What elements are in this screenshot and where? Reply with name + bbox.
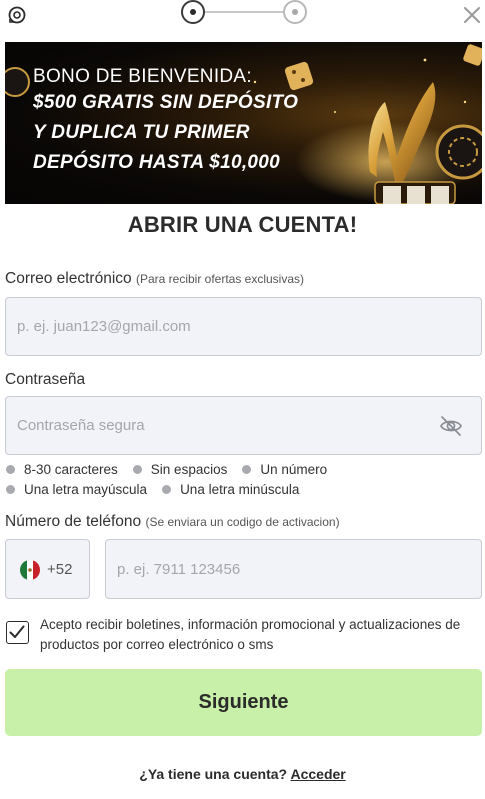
email-field-container	[5, 297, 482, 356]
welcome-bonus-banner[interactable]: BONO DE BIENVENIDA: $500 GRATIS SIN DEPÓ…	[5, 42, 482, 204]
requirement-text: Una letra minúscula	[180, 481, 300, 497]
login-link[interactable]: Acceder	[290, 766, 345, 782]
page-title: ABRIR UNA CUENTA!	[127, 212, 358, 237]
password-field[interactable]	[6, 397, 481, 454]
login-prompt-text: ¿Ya tiene una cuenta?	[139, 766, 288, 782]
banner-offer-line: $500 GRATIS SIN DEPÓSITO	[33, 92, 299, 113]
stepper-line	[205, 11, 283, 13]
country-code-select[interactable]: +52	[5, 539, 90, 599]
bullet-icon	[132, 464, 142, 474]
email-field[interactable]	[6, 298, 481, 355]
mexico-flag-icon	[20, 560, 40, 580]
bullet-icon	[162, 484, 172, 494]
login-prompt: ¿Ya tiene una cuenta? Acceder	[0, 766, 485, 782]
bullet-icon	[6, 464, 15, 474]
banner-headline: BONO DE BIENVENIDA:	[33, 66, 252, 87]
requirement-text: Una letra mayúscula	[24, 481, 148, 497]
consent-text: Acepto recibir boletines, información pr…	[40, 617, 461, 652]
next-button[interactable]: Siguiente	[5, 669, 482, 736]
requirement-item: Una letra mayúscula	[5, 482, 147, 497]
step-2	[283, 0, 307, 24]
phone-field[interactable]	[106, 540, 481, 598]
password-requirements: 8-30 caracteres Sin espacios Un número U…	[5, 459, 482, 499]
consent-checkbox[interactable]	[6, 621, 29, 644]
requirement-item: Un número	[241, 462, 327, 477]
requirement-item: Una letra minúscula	[161, 482, 299, 497]
phone-label: Número de teléfono (Se enviara un codigo…	[5, 513, 340, 531]
step-1	[181, 0, 205, 24]
bullet-icon	[242, 464, 252, 474]
email-label: Correo electrónico (Para recibir ofertas…	[5, 270, 304, 288]
close-icon[interactable]	[462, 5, 482, 25]
checkmark-icon	[9, 625, 25, 638]
requirement-text: Un número	[260, 461, 328, 477]
country-code: +52	[47, 561, 73, 578]
password-label: Contraseña	[5, 371, 86, 388]
requirement-item: Sin espacios	[132, 461, 228, 477]
banner-text: BONO DE BIENVENIDA: $500 GRATIS SIN DEPÓ…	[33, 66, 298, 178]
requirement-text: 8-30 caracteres	[24, 461, 118, 477]
password-field-container	[5, 396, 482, 455]
requirement-text: Sin espacios	[150, 461, 228, 477]
headset-icon[interactable]	[6, 4, 28, 26]
email-label-text: Correo electrónico	[5, 270, 132, 287]
phone-label-text: Número de teléfono	[5, 513, 142, 530]
requirement-item: 8-30 caracteres	[5, 462, 118, 477]
eye-off-icon[interactable]	[439, 415, 463, 437]
top-bar	[0, 0, 485, 32]
email-hint: (Para recibir ofertas exclusivas)	[135, 272, 305, 286]
banner-offer-line: Y DUPLICA TU PRIMER	[33, 122, 250, 143]
bullet-icon	[6, 484, 15, 494]
phone-hint: (Se enviara un codigo de activacion)	[145, 515, 340, 529]
phone-field-container	[105, 539, 482, 599]
banner-offer-line: DEPÓSITO HASTA $10,000	[33, 152, 281, 173]
progress-stepper	[181, 0, 307, 24]
